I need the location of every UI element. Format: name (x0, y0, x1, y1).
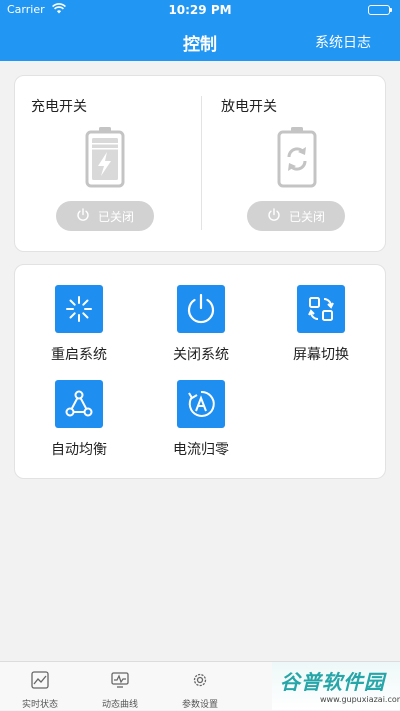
triangle-nodes-icon (55, 380, 103, 428)
tab-dynamic-curve[interactable]: 动态曲线 (80, 662, 160, 711)
actions-card: 重启系统 关闭系统 屏幕切换 自动均衡 电流归零 (14, 264, 386, 479)
current-reset-button[interactable]: 电流归零 (146, 380, 256, 460)
tab-realtime-status[interactable]: 实时状态 (0, 662, 80, 711)
site-watermark: 谷普软件园 www.gupuxiazai.com (272, 662, 400, 710)
monitor-curve-icon (111, 671, 129, 689)
discharge-state-label: 已关闭 (288, 209, 325, 224)
gear-icon (191, 671, 209, 689)
battery-cycle-icon (277, 126, 317, 192)
status-time: 10:29 PM (168, 3, 232, 17)
header: Carrier 10:29 PM 控制 系统日志 (0, 0, 400, 61)
reset-a-icon (177, 380, 225, 428)
restart-system-label: 重启系统 (51, 347, 107, 363)
watermark-url: www.gupuxiazai.com (320, 695, 400, 704)
tab-parameter-settings-label: 参数设置 (181, 700, 218, 710)
realtime-chart-icon (31, 671, 49, 689)
discharge-switch: 放电开关 已关闭 (202, 76, 388, 251)
auto-balance-label: 自动均衡 (51, 442, 107, 458)
screen-switch-button[interactable]: 屏幕切换 (266, 285, 376, 365)
battery-status-icon (368, 5, 392, 15)
battery-charging-icon (85, 126, 125, 192)
discharge-toggle-button[interactable]: 已关闭 (247, 201, 345, 231)
system-log-button[interactable]: 系统日志 (315, 32, 371, 52)
screen-switch-icon (297, 285, 345, 333)
charge-state-label: 已关闭 (97, 209, 134, 224)
charge-switch: 充电开关 已关闭 (15, 76, 201, 251)
screen-switch-label: 屏幕切换 (293, 347, 349, 363)
power-icon (267, 207, 281, 225)
current-reset-label: 电流归零 (173, 442, 229, 458)
status-bar: Carrier 10:29 PM (0, 0, 400, 20)
tab-dynamic-curve-label: 动态曲线 (101, 700, 138, 710)
shutdown-system-button[interactable]: 关闭系统 (146, 285, 256, 365)
charge-toggle-button[interactable]: 已关闭 (56, 201, 154, 231)
charge-switch-label: 充电开关 (31, 99, 87, 115)
restart-spinner-icon (55, 285, 103, 333)
switch-card: 充电开关 已关闭 放电开关 已关闭 (14, 75, 386, 252)
shutdown-system-label: 关闭系统 (173, 347, 229, 363)
discharge-switch-label: 放电开关 (221, 99, 277, 115)
restart-system-button[interactable]: 重启系统 (24, 285, 134, 365)
power-icon (177, 285, 225, 333)
tab-parameter-settings[interactable]: 参数设置 (160, 662, 240, 711)
auto-balance-button[interactable]: 自动均衡 (24, 380, 134, 460)
watermark-name: 谷普软件园 (280, 670, 385, 694)
power-icon (76, 207, 90, 225)
tab-realtime-status-label: 实时状态 (21, 700, 58, 710)
